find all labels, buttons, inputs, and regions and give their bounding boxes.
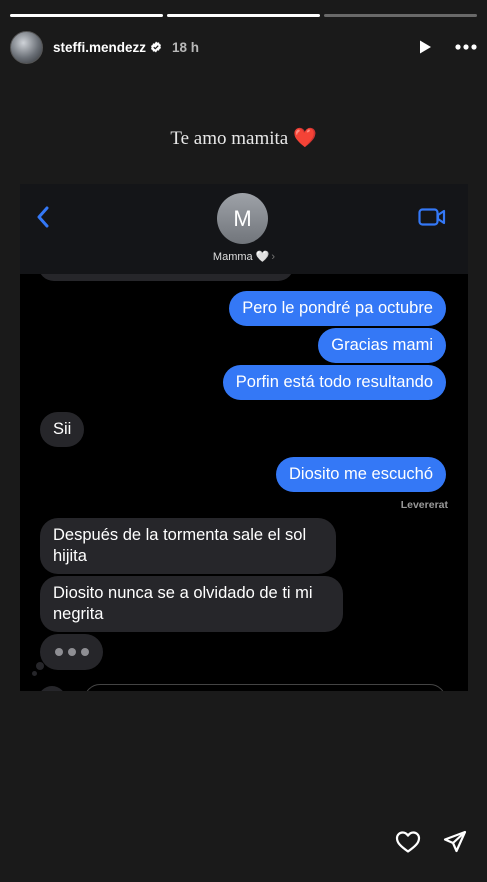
message-bubble-outgoing[interactable]: Diosito me escuchó [276,457,446,492]
contact-name-label: Mamma 🤍 [212,251,270,263]
contact-avatar[interactable]: M [217,193,268,244]
compose-plus-button[interactable] [38,686,66,691]
progress-segment-1 [10,14,163,17]
message-bubble-incoming[interactable]: Diosito nunca se a olvidado de ti mi neg… [40,576,343,632]
message-bubble-outgoing[interactable]: Gracias mami [318,328,446,363]
heart-icon[interactable] [395,830,421,854]
verified-badge-icon [150,41,162,53]
story-header: steffi.mendezz 18 h [10,30,477,64]
avatar[interactable] [10,30,43,64]
story-progress [10,14,477,17]
typing-tail [32,671,37,676]
typing-tail [36,662,44,670]
contact-name[interactable]: Mamma 🤍 › [20,250,468,263]
progress-segment-3 [324,14,477,17]
typing-dot [54,648,63,656]
post-time: 18 h [172,39,200,55]
progress-segment-2 [167,14,320,17]
more-icon[interactable] [455,44,477,50]
play-icon[interactable] [417,39,433,55]
compose-field[interactable] [84,684,446,691]
delivered-status: Levererat [400,499,448,511]
video-camera-icon[interactable] [418,208,446,226]
typing-indicator [40,634,103,670]
story-caption: Te amo mamita ❤️ [170,128,317,149]
message-bubble-outgoing[interactable]: Pero le pondré pa octubre [229,291,446,326]
typing-dot [80,648,89,656]
story-actions [395,830,467,854]
chat-header: M Mamma 🤍 › [20,184,468,274]
message-bubble-incoming[interactable]: Después de la tormenta sale el sol hijit… [40,518,336,574]
message-bubble-incoming[interactable]: Sii [40,412,85,447]
contact-initial: M [233,205,252,231]
header-actions [417,39,477,55]
contact-chevron-icon: › [271,251,276,263]
chat-screenshot: M Mamma 🤍 › Pero le pondré pa octubre Gra… [20,184,468,691]
username[interactable]: steffi.mendezz [53,40,146,55]
chevron-left-icon[interactable] [36,206,50,228]
typing-dot [67,648,76,656]
message-bubble-outgoing[interactable]: Porfin está todo resultando [222,365,446,400]
send-icon[interactable] [443,830,467,854]
